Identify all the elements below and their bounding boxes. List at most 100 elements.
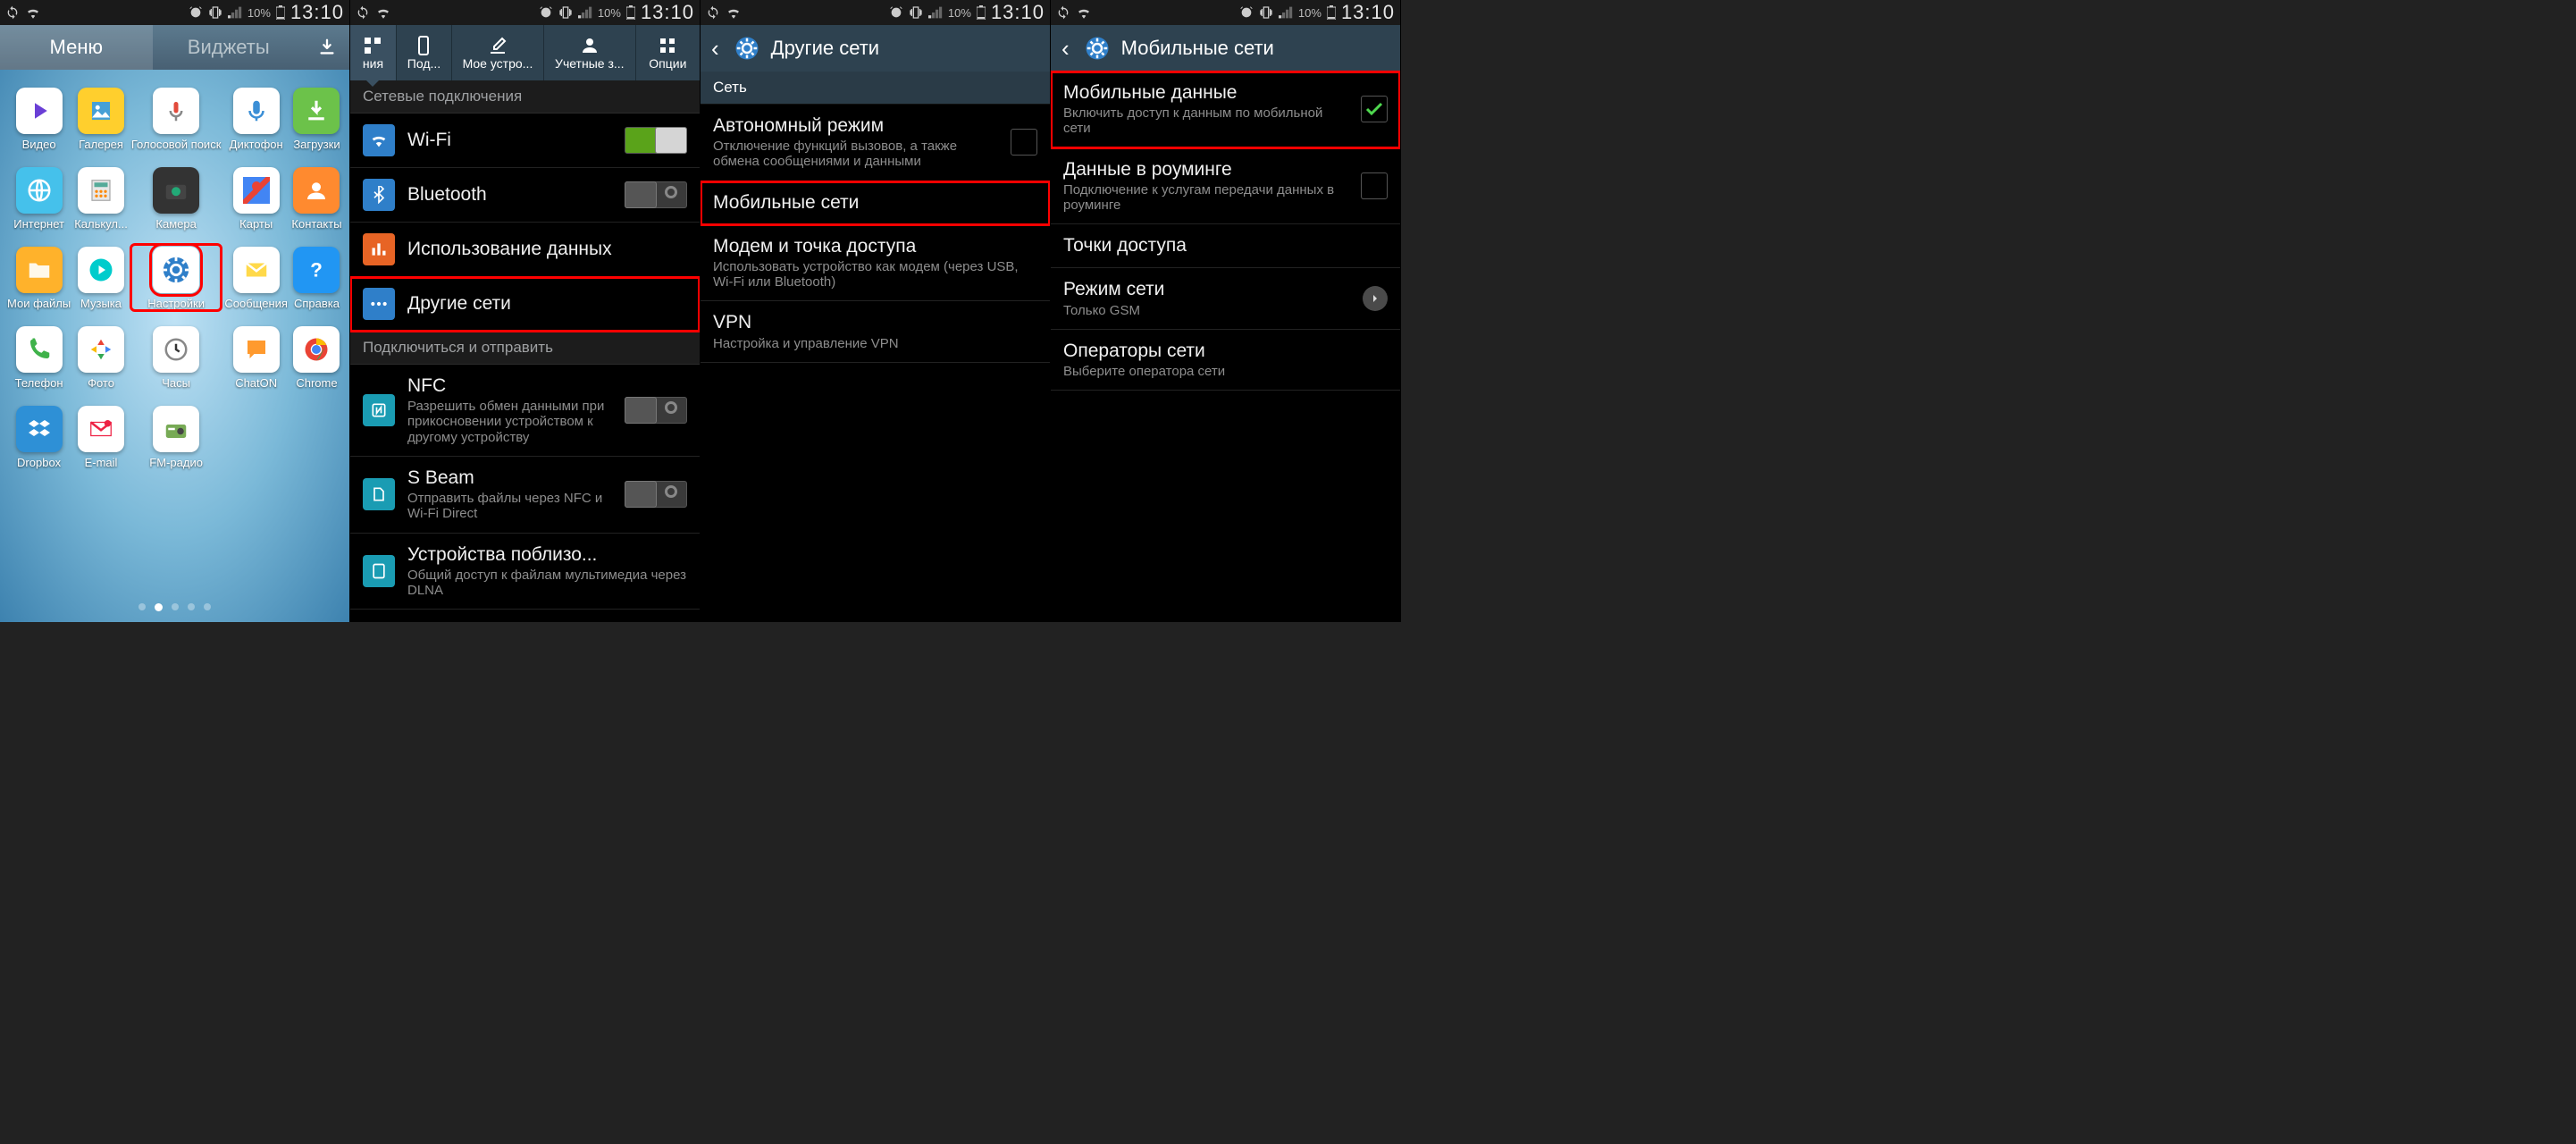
airplane-checkbox[interactable]	[1011, 129, 1037, 156]
tab-widgets[interactable]: Виджеты	[153, 25, 306, 70]
row-sbeam[interactable]: S Beam Отправить файлы через NFC и Wi-Fi…	[350, 457, 700, 534]
row-wifi[interactable]: Wi-Fi	[350, 114, 700, 168]
tab-mydevice[interactable]: Мое устро...	[452, 25, 544, 80]
wifi-toggle[interactable]	[625, 127, 687, 154]
app-icon	[16, 406, 63, 452]
download-button[interactable]	[305, 38, 349, 57]
row-data-usage[interactable]: Использование данных	[350, 223, 700, 277]
app-label: Музыка	[80, 297, 122, 310]
nfc-icon	[363, 394, 395, 426]
app-диктофон[interactable]: Диктофон	[224, 88, 288, 151]
screen-settings-main: 10% 13:10 ния Под... Мое устро... Учетны…	[350, 0, 701, 622]
vibrate-icon	[1259, 5, 1273, 20]
app-label: Карты	[239, 217, 273, 231]
page-indicator	[0, 603, 349, 611]
tab-accounts[interactable]: Учетные з...	[544, 25, 636, 80]
app-голосовой-поиск[interactable]: Голосовой поиск	[131, 88, 222, 151]
section-network: Сетевые подключения	[350, 80, 700, 114]
row-mobile-networks[interactable]: Мобильные сети	[701, 181, 1050, 225]
app-видео[interactable]: Видео	[7, 88, 71, 151]
app-icon	[16, 167, 63, 214]
clock: 13:10	[1341, 1, 1395, 24]
sbeam-toggle[interactable]	[625, 481, 687, 508]
row-bluetooth[interactable]: Bluetooth	[350, 168, 700, 223]
app-мои-файлы[interactable]: Мои файлы	[7, 247, 71, 310]
gear-icon	[732, 33, 762, 63]
sync-icon	[5, 5, 20, 20]
app-калькул-[interactable]: Калькул...	[74, 167, 128, 231]
app-часы[interactable]: Часы	[131, 326, 222, 390]
signal-icon	[1279, 6, 1293, 19]
app-музыка[interactable]: Музыка	[74, 247, 128, 310]
row-airplane[interactable]: Автономный режим Отключение функций вызо…	[701, 105, 1050, 181]
app-камера[interactable]: Камера	[131, 167, 222, 231]
battery-percent: 10%	[248, 6, 271, 20]
app-загрузки[interactable]: Загрузки	[291, 88, 342, 151]
signal-icon	[228, 6, 242, 19]
tab-menu[interactable]: Меню	[0, 25, 153, 70]
app-chrome[interactable]: Chrome	[291, 326, 342, 390]
app-фото[interactable]: Фото	[74, 326, 128, 390]
row-operators[interactable]: Операторы сети Выберите оператора сети	[1051, 330, 1400, 391]
page-title: Мобильные сети	[1121, 37, 1274, 60]
app-dropbox[interactable]: Dropbox	[7, 406, 71, 469]
app-label: Галерея	[79, 138, 123, 151]
back-button[interactable]: ‹	[1058, 35, 1073, 63]
app-карты[interactable]: Карты	[224, 167, 288, 231]
nfc-toggle[interactable]	[625, 397, 687, 424]
row-apn[interactable]: Точки доступа	[1051, 224, 1400, 268]
row-network-mode[interactable]: Режим сети Только GSM	[1051, 268, 1400, 329]
app-icon	[293, 88, 340, 134]
page-title-bar: ‹ Другие сети	[701, 25, 1050, 72]
sync-icon	[1056, 5, 1070, 20]
status-bar: 10% 13:10	[701, 0, 1050, 25]
app-icon	[78, 406, 124, 452]
tab-connections[interactable]: ния	[350, 25, 397, 80]
row-tethering[interactable]: Модем и точка доступа Использовать устро…	[701, 225, 1050, 302]
app-настройки[interactable]: Настройки	[131, 247, 222, 310]
app-icon	[78, 247, 124, 293]
app-контакты[interactable]: Контакты	[291, 167, 342, 231]
app-label: Фото	[88, 376, 114, 390]
bluetooth-toggle[interactable]	[625, 181, 687, 208]
app-label: ChatON	[235, 376, 277, 390]
status-bar: 10% 13:10	[0, 0, 349, 25]
chevron-right-icon	[1363, 286, 1388, 311]
sync-icon	[706, 5, 720, 20]
row-mobile-data[interactable]: Мобильные данные Включить доступ к данны…	[1051, 72, 1400, 148]
app-icon	[233, 326, 280, 373]
app-icon	[153, 247, 199, 293]
tab-connect[interactable]: Под...	[397, 25, 452, 80]
app-сообщения[interactable]: Сообщения	[224, 247, 288, 310]
tab-more[interactable]: Опции	[636, 25, 700, 80]
row-more-networks[interactable]: Другие сети	[350, 277, 700, 332]
app-галерея[interactable]: Галерея	[74, 88, 128, 151]
app-label: E-mail	[85, 456, 118, 469]
app-chaton[interactable]: ChatON	[224, 326, 288, 390]
app-label: Настройки	[147, 297, 205, 310]
app-телефон[interactable]: Телефон	[7, 326, 71, 390]
app-label: Мои файлы	[7, 297, 71, 310]
app-fm-радио[interactable]: FM-радио	[131, 406, 222, 469]
app-label: Часы	[162, 376, 190, 390]
battery-percent: 10%	[948, 6, 971, 20]
row-nearby[interactable]: Устройства поблизо... Общий доступ к фай…	[350, 534, 700, 610]
row-nfc[interactable]: NFC Разрешить обмен данными при прикосно…	[350, 365, 700, 457]
app-label: Видео	[22, 138, 56, 151]
mobile-data-checkbox[interactable]	[1361, 96, 1388, 122]
grid-icon	[657, 35, 678, 56]
section-share: Подключиться и отправить	[350, 332, 700, 365]
gear-icon	[1082, 33, 1112, 63]
app-справка[interactable]: ?Справка	[291, 247, 342, 310]
alarm-icon	[189, 5, 203, 20]
screen-app-drawer: 10% 13:10 Меню Виджеты Видео Галерея Голос…	[0, 0, 350, 622]
back-button[interactable]: ‹	[708, 35, 723, 63]
app-интернет[interactable]: Интернет	[7, 167, 71, 231]
app-label: Голосовой поиск	[131, 138, 222, 151]
apps-area: Видео Галерея Голосовой поискДиктофонЗагру…	[0, 70, 349, 622]
roaming-checkbox[interactable]	[1361, 172, 1388, 199]
app-icon	[293, 326, 340, 373]
app-e-mail[interactable]: E-mail	[74, 406, 128, 469]
row-roaming[interactable]: Данные в роуминге Подключение к услугам …	[1051, 148, 1400, 225]
row-vpn[interactable]: VPN Настройка и управление VPN	[701, 301, 1050, 362]
